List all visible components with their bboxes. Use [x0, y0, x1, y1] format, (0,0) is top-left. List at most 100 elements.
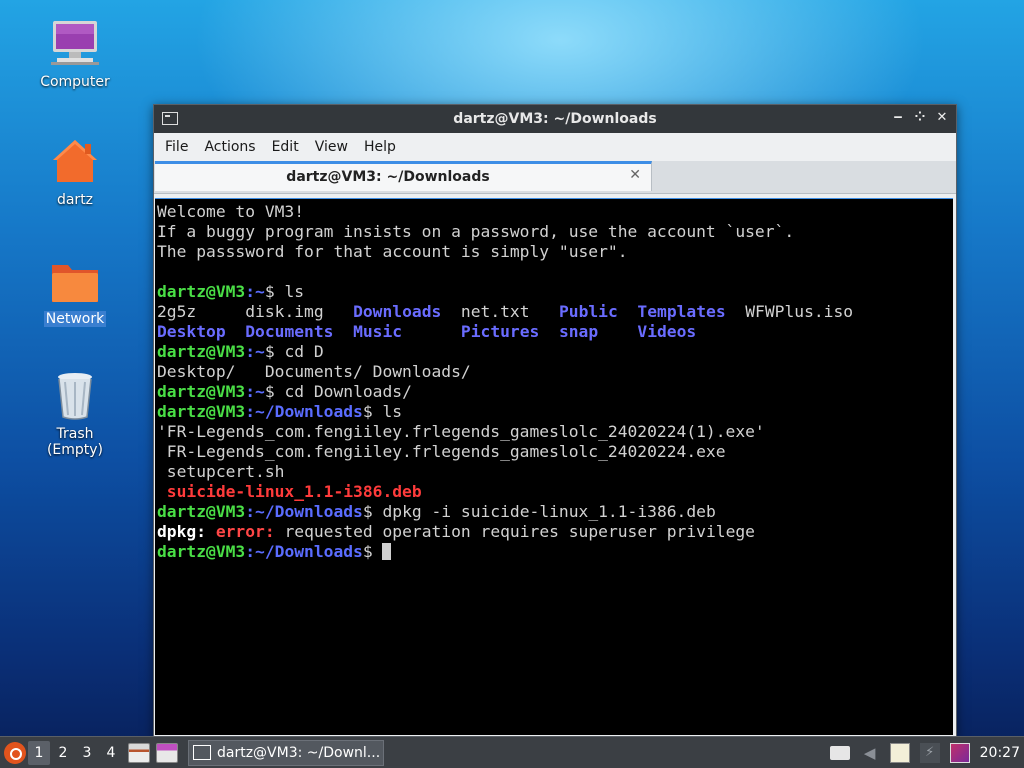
tab-terminal[interactable]: dartz@VM3: ~/Downloads ✕ [155, 161, 652, 191]
ls-entry-dir: Music [353, 322, 403, 341]
motd-line: Welcome to VM3! [157, 202, 305, 221]
ls-entry-dir: Documents [245, 322, 334, 341]
prompt-user: dartz@VM3 [157, 542, 246, 561]
motd-line: The passsword for that account is simply… [157, 242, 628, 261]
window-titlebar[interactable]: dartz@VM3: ~/Downloads ‒ ⁘ ✕ [154, 105, 956, 133]
clipboard-icon[interactable] [889, 742, 910, 763]
menu-file[interactable]: File [157, 139, 196, 155]
workspace-1[interactable]: 1 [28, 740, 50, 765]
tab-label: dartz@VM3: ~/Downloads [286, 169, 490, 185]
prompt-path: :~ [245, 342, 265, 361]
prompt-user: dartz@VM3 [157, 402, 246, 421]
desktop-icon-label: Computer [40, 74, 110, 90]
prompt-line: dartz@VM3:~$ ls [157, 282, 953, 302]
prompt-user: dartz@VM3 [157, 342, 246, 361]
prompt-dollar: $ [362, 402, 383, 421]
ls-entry-dir: Pictures [460, 322, 540, 341]
desktop-icon-computer[interactable]: Computer [25, 18, 125, 90]
file-line: 'FR-Legends_com.fengiiley.frlegends_game… [157, 422, 765, 441]
terminal-output[interactable]: Welcome to VM3! If a buggy program insist… [155, 198, 953, 735]
home-icon [49, 136, 101, 188]
ls-entry-dir: Desktop [157, 322, 226, 341]
command-text: ls [382, 402, 403, 421]
desktop-icon-label: dartz [56, 192, 94, 208]
window-controls: ‒ ⁘ ✕ [890, 109, 950, 127]
prompt-path: :~/Downloads [245, 502, 363, 521]
folder-icon [49, 255, 101, 307]
menu-edit[interactable]: Edit [264, 139, 307, 155]
file-line-deb: suicide-linux_1.1-i386.deb [157, 482, 422, 501]
terminal-icon [193, 745, 211, 760]
menu-bar: File Actions Edit View Help [154, 133, 956, 161]
start-menu-icon[interactable] [4, 741, 26, 764]
command-text: cd D [284, 342, 324, 361]
ls-entry: 2g5z [157, 302, 197, 321]
window-title: dartz@VM3: ~/Downloads [453, 111, 657, 127]
prompt-line: dartz@VM3:~$ cd D [157, 342, 953, 362]
prompt-dollar: $ [264, 382, 285, 401]
error-program: dpkg: [157, 522, 207, 541]
command-text: cd Downloads/ [284, 382, 412, 401]
prompt-path: :~/Downloads [245, 402, 363, 421]
command-text: ls [284, 282, 305, 301]
prompt-line: dartz@VM3:~/Downloads$ dpkg -i suicide-l… [157, 502, 953, 522]
desktop-icon-trash[interactable]: Trash (Empty) [25, 370, 125, 458]
prompt-path: :~/Downloads [245, 542, 363, 561]
taskbar: 1 2 3 4 dartz@VM3: ~/Downl... ◀ ⚡ 20:27 [0, 736, 1024, 768]
ls-output-row: 2g5z disk.img Downloads net.txt Public T… [157, 302, 953, 322]
browser-launcher-icon[interactable] [156, 742, 178, 763]
ls-entry-dir: Downloads [353, 302, 442, 321]
menu-help[interactable]: Help [356, 139, 404, 155]
prompt-dollar: $ [362, 502, 383, 521]
ls-entry: disk.img [245, 302, 324, 321]
terminal-window: dartz@VM3: ~/Downloads ‒ ⁘ ✕ File Action… [153, 104, 957, 738]
desktop-icon-network[interactable]: Network [25, 255, 125, 327]
network-icon[interactable]: ⚡ [919, 742, 940, 763]
error-label: error: [215, 522, 275, 541]
drive-icon[interactable] [829, 745, 850, 760]
prompt-user: dartz@VM3 [157, 282, 246, 301]
workspace-3[interactable]: 3 [76, 741, 98, 765]
close-button[interactable]: ✕ [934, 109, 950, 127]
volume-icon[interactable]: ◀ [860, 743, 880, 763]
taskbar-terminal-label: dartz@VM3: ~/Downl... [217, 744, 381, 761]
desktop-icon-label: Network [43, 311, 107, 327]
ls-entry-dir: snap [558, 322, 599, 341]
ls-entry-dir: Public [558, 302, 618, 321]
text-cursor [382, 543, 392, 560]
ls-entry-dir: Templates [637, 302, 726, 321]
prompt-line: dartz@VM3:~/Downloads$ ls [157, 402, 953, 422]
ls-entry: net.txt [460, 302, 530, 321]
prompt-dollar: $ [362, 542, 383, 561]
command-text: dpkg -i suicide-linux_1.1-i386.deb [382, 502, 716, 521]
workspace-2[interactable]: 2 [52, 741, 74, 765]
tab-bar: dartz@VM3: ~/Downloads ✕ [154, 161, 956, 194]
file-manager-launcher-icon[interactable] [128, 742, 150, 763]
ls-output-row: Desktop Documents Music Pictures snap Vi… [157, 322, 953, 342]
ls-entry: WFWPlus.iso [745, 302, 854, 321]
minimize-button[interactable]: ‒ [890, 109, 906, 127]
clock[interactable]: 20:27 [980, 745, 1020, 761]
computer-icon [49, 18, 101, 70]
error-line: dpkg: error: requested operation require… [157, 522, 953, 542]
prompt-dollar: $ [264, 282, 285, 301]
tab-close-icon[interactable]: ✕ [629, 167, 641, 183]
motd-line: If a buggy program insists on a password… [157, 222, 795, 241]
maximize-button[interactable]: ⁘ [912, 109, 928, 127]
screenshot-tool-icon[interactable] [949, 742, 970, 763]
file-line: FR-Legends_com.fengiiley.frlegends_games… [157, 442, 726, 461]
ls-entry-dir: Videos [637, 322, 697, 341]
menu-view[interactable]: View [307, 139, 356, 155]
prompt-user: dartz@VM3 [157, 382, 246, 401]
prompt-path: :~ [245, 282, 265, 301]
error-message: requested operation requires superuser p… [284, 522, 755, 541]
menu-actions[interactable]: Actions [196, 139, 263, 155]
desktop-icon-home[interactable]: dartz [25, 136, 125, 208]
desktop-icon-label: Trash (Empty) [46, 426, 104, 458]
taskbar-terminal-button[interactable]: dartz@VM3: ~/Downl... [188, 739, 384, 766]
prompt-path: :~ [245, 382, 265, 401]
prompt-line: dartz@VM3:~$ cd Downloads/ [157, 382, 953, 402]
workspace-4[interactable]: 4 [100, 741, 122, 765]
prompt-line: dartz@VM3:~/Downloads$ [157, 542, 953, 562]
